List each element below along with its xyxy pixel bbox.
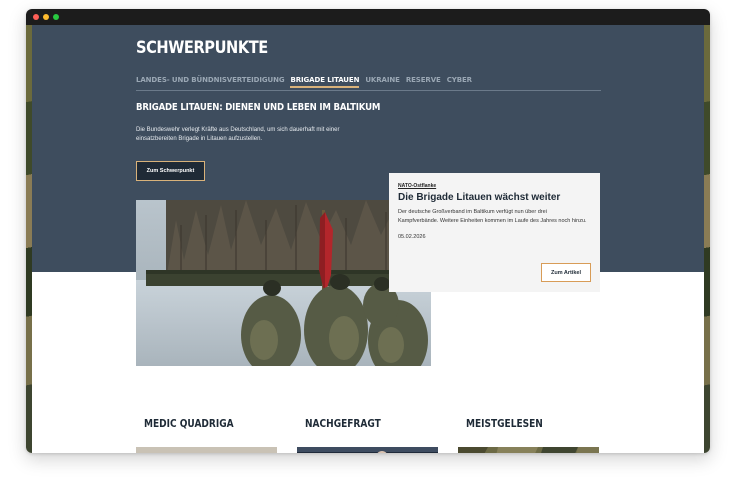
hero-headline: BRIGADE LITAUEN: DIENEN UND LEBEN IM BAL… bbox=[136, 102, 381, 113]
card-date: 05.02.2026 bbox=[398, 234, 426, 240]
zum-schwerpunkt-button[interactable]: Zum Schwerpunkt bbox=[136, 161, 205, 181]
tab-ukraine[interactable]: UKRAINE bbox=[365, 76, 400, 88]
column-title-nachgefragt[interactable]: NACHGEFRAGT bbox=[305, 417, 381, 430]
thumbnail-medic-quadriga[interactable] bbox=[136, 447, 277, 453]
web-page: SCHWERPUNKTE LANDES- UND BÜNDNISVERTEIDI… bbox=[26, 25, 710, 453]
tab-divider bbox=[136, 90, 601, 91]
close-window-icon[interactable] bbox=[33, 14, 39, 20]
hero-intro-text: Die Bundeswehr verlegt Kräfte aus Deutsc… bbox=[136, 127, 340, 142]
thumbnail-nachgefragt[interactable] bbox=[297, 447, 438, 453]
card-text: Der deutsche Großverband im Baltikum ver… bbox=[398, 209, 587, 224]
hero-photo-soldiers bbox=[136, 200, 431, 366]
maximize-window-icon[interactable] bbox=[53, 14, 59, 20]
featured-article-card[interactable]: NATO-Ostflanke Die Brigade Litauen wächs… bbox=[389, 173, 600, 292]
card-title[interactable]: Die Brigade Litauen wächst weiter bbox=[398, 192, 591, 203]
zum-artikel-button[interactable]: Zum Artikel bbox=[541, 263, 591, 282]
thumbnail-meistgelesen[interactable] bbox=[458, 447, 599, 453]
column-title-meistgelesen[interactable]: MEISTGELESEN bbox=[466, 417, 543, 430]
window-titlebar bbox=[26, 9, 710, 25]
minimize-window-icon[interactable] bbox=[43, 14, 49, 20]
section-title: SCHWERPUNKTE bbox=[136, 38, 268, 58]
tab-brigade-litauen[interactable]: BRIGADE LITAUEN bbox=[290, 76, 359, 88]
tab-reserve[interactable]: RESERVE bbox=[406, 76, 441, 88]
camouflage-border-right bbox=[704, 25, 710, 453]
column-title-medic-quadriga[interactable]: MEDIC QUADRIGA bbox=[144, 417, 234, 430]
tab-cyber[interactable]: CYBER bbox=[447, 76, 472, 88]
topic-tabs: LANDES- UND BÜNDNISVERTEIDIGUNG BRIGADE … bbox=[136, 76, 478, 88]
browser-window: SCHWERPUNKTE LANDES- UND BÜNDNISVERTEIDI… bbox=[26, 9, 710, 453]
tab-landes-und-buendnisverteidigung[interactable]: LANDES- UND BÜNDNISVERTEIDIGUNG bbox=[136, 76, 285, 88]
card-kicker[interactable]: NATO-Ostflanke bbox=[398, 183, 591, 189]
